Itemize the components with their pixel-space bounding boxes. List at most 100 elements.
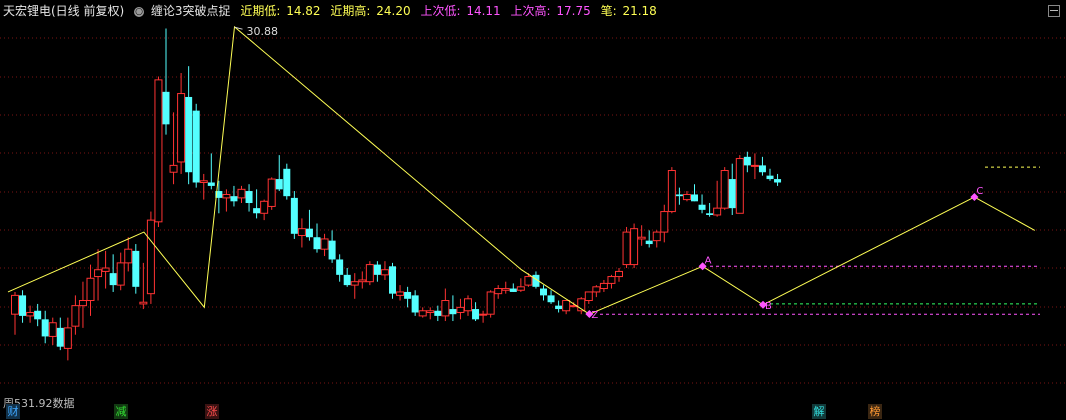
indicator-name[interactable]: 缠论3突破点捉 <box>151 4 231 18</box>
prev-high-value: 17.75 <box>556 4 591 18</box>
candle-body-down <box>290 197 298 234</box>
max-price-label: 30.88 <box>247 25 279 38</box>
candle-body-down <box>691 194 698 202</box>
candle-body-up <box>71 305 80 327</box>
prev-high-label: 上次高: <box>510 4 551 18</box>
signal-jian[interactable]: 减 <box>114 404 128 419</box>
candle-body-down <box>743 156 751 166</box>
candle-body-up <box>750 164 759 167</box>
candle-body-down <box>449 309 457 315</box>
candle-body-up <box>237 188 246 199</box>
pivot-label: C <box>976 186 983 197</box>
candle-body-up <box>101 267 110 272</box>
candle-body-down <box>245 191 253 204</box>
candle-body-up <box>464 298 472 312</box>
candle-body-up <box>637 236 646 240</box>
signal-cai[interactable]: 财 <box>6 404 20 419</box>
candle-body-up <box>154 79 163 223</box>
near-low-label: 近期低: <box>240 4 281 18</box>
prev-low-label: 上次低: <box>420 4 461 18</box>
stroke-value: 21.18 <box>622 4 657 18</box>
candle-body-up <box>222 193 231 199</box>
candle-body-down <box>41 319 49 337</box>
candle-body-up <box>169 164 178 173</box>
candle-body-up <box>622 231 631 266</box>
candle-body-up <box>599 282 608 290</box>
candle-body-down <box>109 273 117 286</box>
candle-body-up <box>86 277 95 302</box>
candle-body-down <box>230 196 238 202</box>
signal-jie[interactable]: 解 <box>812 404 826 419</box>
candle-body-up <box>667 170 676 213</box>
candle-body-up <box>124 248 133 264</box>
candle-body-up <box>396 291 405 296</box>
candle-body-down <box>404 291 412 299</box>
candle-body-down <box>192 110 200 183</box>
candle-body-up <box>660 211 669 233</box>
signal-bang[interactable]: 榜 <box>868 404 882 419</box>
near-high-label: 近期高: <box>330 4 371 18</box>
collapse-panel-button[interactable] <box>1048 5 1060 17</box>
candle-body-up <box>456 306 465 313</box>
candle-body-up <box>26 311 35 317</box>
candle-body-down <box>706 213 714 215</box>
candle-body-up <box>630 228 639 266</box>
candle-body-up <box>682 193 691 201</box>
candle-body-up <box>524 276 533 286</box>
candle-body-down <box>56 327 64 347</box>
candle-body-up <box>11 294 19 315</box>
candle-body-down <box>540 288 547 296</box>
candle-body-down <box>328 240 336 260</box>
candle-body-down <box>34 310 42 320</box>
candle-body-down <box>283 168 291 197</box>
candle-body-up <box>358 279 367 283</box>
candle-body-down <box>434 310 442 316</box>
pivot-label: A <box>705 255 712 266</box>
candle-body-down <box>253 208 261 214</box>
candle-body-down <box>162 91 170 125</box>
near-low-value: 14.82 <box>286 4 321 18</box>
candle-body-up <box>260 200 269 214</box>
candle-body-up <box>615 270 623 278</box>
near-high-value: 24.20 <box>376 4 411 18</box>
candle-body-down <box>313 237 321 250</box>
candle-body-up <box>426 310 435 313</box>
candle-body-up <box>479 313 488 316</box>
candle-body-up <box>380 269 389 276</box>
stock-name: 天宏锂电(日线 前复权) <box>3 4 125 18</box>
candle-body-up <box>365 264 374 283</box>
candle-body-up <box>652 231 661 242</box>
candle-body-up <box>516 286 525 291</box>
candle-body-up <box>78 300 87 307</box>
candle-body-up <box>592 286 601 293</box>
signal-zhang[interactable]: 涨 <box>205 404 219 419</box>
stroke-label: 笔: <box>600 4 617 18</box>
candle-body-down <box>411 295 419 313</box>
candle-body-down <box>728 179 736 209</box>
candle-body-down <box>336 259 344 275</box>
candlestick-chart[interactable]: 30.88 A B C Z <box>0 0 1066 420</box>
candle-body-down <box>645 240 653 245</box>
candle-body-up <box>735 158 744 214</box>
candle-body-down <box>305 228 313 238</box>
settings-circle-icon[interactable]: ○ <box>134 6 145 17</box>
candle-body-up <box>146 219 155 295</box>
candle-body-down <box>472 309 480 320</box>
candle-body-up <box>199 180 208 183</box>
candle-body-down <box>132 250 140 287</box>
candle-body-up <box>720 170 729 209</box>
candle-body-down <box>555 305 563 310</box>
candle-body-down <box>275 179 283 190</box>
stock-chart-window: 30.88 A B C Z 天宏锂电(日线 前复权) ○ 缠论3突破点捉 近期低: 14… <box>0 0 1066 420</box>
candle-body-up <box>486 291 495 315</box>
candle-body-down <box>19 295 27 316</box>
candle-body-up <box>139 301 148 305</box>
candle-body-down <box>766 175 774 180</box>
candle-body-up <box>562 300 571 312</box>
candle-body-up <box>713 207 722 216</box>
prev-low-value: 14.11 <box>466 4 501 18</box>
candle-body-down <box>389 266 396 294</box>
candle-body-up <box>116 262 125 286</box>
candle-body-up <box>94 269 103 278</box>
candle-body-up <box>267 178 276 207</box>
